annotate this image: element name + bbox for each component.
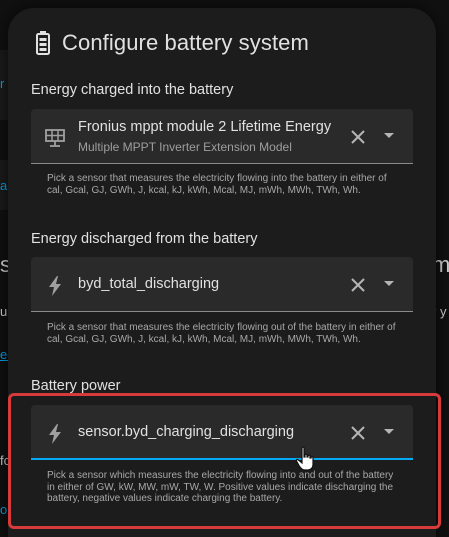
background-text-fragment: u	[0, 304, 8, 319]
clear-icon[interactable]	[349, 128, 367, 146]
helper-text-energy-discharged: Pick a sensor that measures the electric…	[47, 322, 396, 345]
section-label-energy-charged: Energy charged into the battery	[31, 82, 234, 98]
helper-text-energy-charged: Pick a sensor that measures the electric…	[47, 173, 387, 196]
lightning-bolt-icon	[49, 276, 61, 296]
helper-text-battery-power: Pick a sensor which measures the electri…	[47, 470, 394, 504]
background-text-fragment: r	[0, 76, 5, 91]
picker-value[interactable]: Fronius mppt module 2 Lifetime Energy	[78, 119, 331, 135]
dialog-header: Configure battery system	[36, 30, 309, 56]
picker-value[interactable]: byd_total_discharging	[78, 276, 219, 292]
clear-icon[interactable]	[349, 276, 367, 294]
picker-secondary-text: Multiple MPPT Inverter Extension Model	[78, 140, 292, 154]
hand-pointer-icon	[295, 446, 314, 471]
dialog-title: Configure battery system	[62, 30, 309, 55]
energy-discharged-entity-picker[interactable]: byd_total_discharging	[31, 257, 413, 312]
section-label-battery-power: Battery power	[31, 378, 121, 394]
battery-icon	[36, 31, 50, 55]
energy-charged-entity-picker[interactable]: Fronius mppt module 2 Lifetime Energy Mu…	[31, 109, 413, 164]
solar-panel-icon	[45, 129, 65, 147]
dropdown-arrow-icon[interactable]	[383, 280, 395, 288]
picker-value[interactable]: sensor.byd_charging_discharging	[78, 424, 294, 440]
battery-power-entity-picker[interactable]: sensor.byd_charging_discharging	[31, 405, 413, 460]
lightning-bolt-icon	[49, 424, 61, 444]
dropdown-arrow-icon[interactable]	[383, 132, 395, 140]
clear-icon[interactable]	[349, 424, 367, 442]
section-label-energy-discharged: Energy discharged from the battery	[31, 231, 258, 247]
dropdown-arrow-icon[interactable]	[383, 428, 395, 436]
